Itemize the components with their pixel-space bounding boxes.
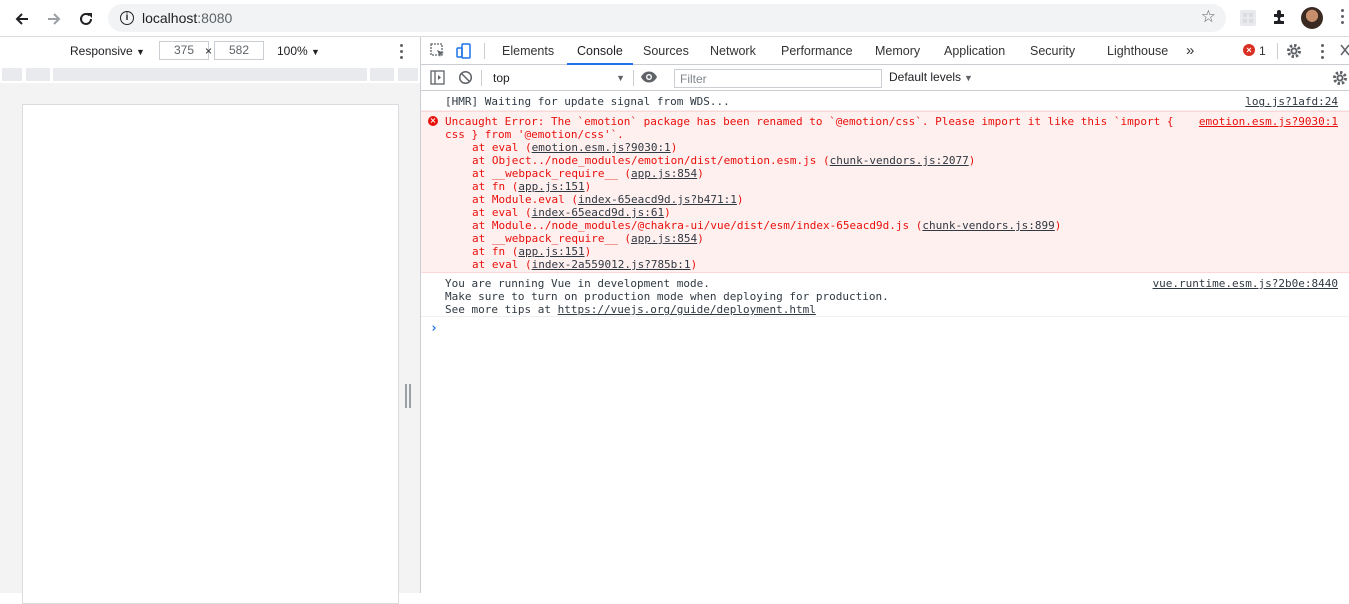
vue-text-line2: Make sure to turn on production mode whe… [445, 290, 889, 303]
stack-frame: at __webpack_require__ (app.js:854) [472, 232, 704, 245]
avatar[interactable] [1301, 7, 1323, 29]
error-circle-icon: × [428, 116, 438, 126]
error-source-link[interactable]: emotion.esm.js?9030:1 [1199, 115, 1338, 128]
tab-performance[interactable]: Performance [781, 37, 853, 65]
inspect-element-icon[interactable] [430, 43, 446, 62]
error-text-line2: css } from '@emotion/css'`. [445, 128, 624, 141]
stack-link[interactable]: app.js:151 [518, 245, 584, 258]
tab-memory[interactable]: Memory [875, 37, 920, 65]
console-message-info: You are running Vue in development mode.… [421, 273, 1349, 317]
more-tabs-button[interactable]: » [1186, 37, 1194, 65]
media-query-bar[interactable] [0, 66, 420, 83]
console-message-error: × Uncaught Error: The `emotion` package … [421, 111, 1349, 273]
vue-text-line3: See more tips at https://vuejs.org/guide… [445, 303, 816, 316]
browser-menu-icon[interactable] [1341, 9, 1345, 27]
error-icon[interactable]: × [1243, 44, 1255, 56]
console-settings-gear-icon[interactable] [1332, 70, 1348, 89]
address-bar[interactable]: i localhost:8080 ☆ [108, 4, 1226, 32]
arrow-right-icon [48, 13, 61, 25]
source-link[interactable]: log.js?1afd:24 [1245, 95, 1338, 108]
stack-frame: at eval (emotion.esm.js?9030:1) [472, 141, 678, 154]
stack-link[interactable]: app.js:854 [631, 232, 697, 245]
stack-frame: at __webpack_require__ (app.js:854) [472, 167, 704, 180]
vue-docs-link[interactable]: https://vuejs.org/guide/deployment.html [558, 303, 816, 316]
device-toggle-icon[interactable] [456, 43, 472, 62]
vue-text-line1: You are running Vue in development mode. [445, 277, 710, 290]
gear-icon[interactable] [1286, 43, 1302, 62]
devtools-tabbar: Elements Console Sources Network Perform… [421, 37, 1349, 65]
devtools-menu-icon[interactable] [1321, 44, 1325, 62]
url-text[interactable]: localhost:8080 [142, 10, 232, 26]
stack-link[interactable]: chunk-vendors.js:899 [922, 219, 1054, 232]
stack-link[interactable]: app.js:151 [518, 180, 584, 193]
stack-frame: at eval (index-65eacd9d.js:61) [472, 206, 671, 219]
page-viewport[interactable] [22, 104, 399, 604]
device-emulation-area [0, 83, 420, 604]
forward-button[interactable] [41, 6, 67, 32]
device-toolbar: Responsive ▼ 375 × 582 100% ▼ [0, 37, 420, 65]
stack-frame: at Module../node_modules/@chakra-ui/vue/… [472, 219, 1062, 232]
times-sign: × [205, 44, 213, 58]
console-toolbar: top▼ Default levels▼ [421, 65, 1349, 91]
stack-frame: at eval (index-2a559012.js?785b:1) [472, 258, 698, 271]
vue-source-link[interactable]: vue.runtime.esm.js?2b0e:8440 [1153, 277, 1338, 290]
console-output: [HMR] Waiting for update signal from WDS… [421, 92, 1349, 593]
height-input[interactable]: 582 [214, 41, 264, 60]
stack-frame: at Module.eval (index-65eacd9d.js?b471:1… [472, 193, 744, 206]
browser-toolbar: i localhost:8080 ☆ [0, 0, 1349, 37]
stack-link[interactable]: index-2a559012.js?785b:1 [532, 258, 691, 271]
console-prompt[interactable]: › [430, 321, 438, 336]
filter-input[interactable] [674, 69, 882, 88]
width-input[interactable]: 375 [159, 41, 209, 60]
stack-link[interactable]: chunk-vendors.js:2077 [830, 154, 969, 167]
tab-application[interactable]: Application [944, 37, 1005, 65]
device-mode-panel: Responsive ▼ 375 × 582 100% ▼ [0, 37, 420, 604]
device-preset-select[interactable]: Responsive ▼ [70, 44, 145, 58]
bookmark-star-icon[interactable]: ☆ [1201, 7, 1216, 27]
tab-sources[interactable]: Sources [643, 37, 689, 65]
tab-console[interactable]: Console [567, 37, 633, 65]
extension-grid-icon[interactable] [1239, 9, 1257, 30]
stack-link[interactable]: emotion.esm.js?9030:1 [532, 141, 671, 154]
context-select[interactable]: top ▼ [489, 69, 627, 87]
reload-button[interactable] [73, 6, 99, 32]
stack-link[interactable]: index-65eacd9d.js?b471:1 [578, 193, 737, 206]
tab-elements[interactable]: Elements [502, 37, 554, 65]
reload-icon [80, 12, 92, 25]
info-icon[interactable]: i [120, 11, 134, 25]
device-options-icon[interactable] [400, 44, 404, 62]
clear-console-icon[interactable] [458, 70, 473, 88]
tab-security[interactable]: Security [1030, 37, 1075, 65]
stack-link[interactable]: index-65eacd9d.js:61 [532, 206, 664, 219]
zoom-select[interactable]: 100% ▼ [277, 44, 320, 58]
tab-network[interactable]: Network [710, 37, 756, 65]
error-count[interactable]: 1 [1259, 44, 1266, 58]
sidebar-toggle-icon[interactable] [430, 70, 445, 88]
stack-frame: at fn (app.js:151) [472, 180, 592, 193]
stack-frame: at fn (app.js:151) [472, 245, 592, 258]
puzzle-icon[interactable] [1271, 9, 1288, 29]
back-button[interactable] [9, 6, 35, 32]
message-text: [HMR] Waiting for update signal from WDS… [445, 95, 730, 108]
devtools-panel: Elements Console Sources Network Perform… [420, 37, 1349, 593]
console-message-log: [HMR] Waiting for update signal from WDS… [421, 92, 1349, 111]
resize-handle[interactable] [405, 384, 411, 408]
stack-link[interactable]: app.js:854 [631, 167, 697, 180]
arrow-left-icon [15, 13, 28, 25]
eye-icon[interactable] [640, 70, 658, 87]
log-levels-select[interactable]: Default levels ▼ [889, 70, 973, 84]
stack-frame: at Object../node_modules/emotion/dist/em… [472, 154, 976, 167]
tab-lighthouse[interactable]: Lighthouse [1107, 37, 1168, 65]
close-devtools-icon[interactable] [1340, 43, 1349, 60]
error-text-line1: Uncaught Error: The `emotion` package ha… [445, 115, 1174, 128]
